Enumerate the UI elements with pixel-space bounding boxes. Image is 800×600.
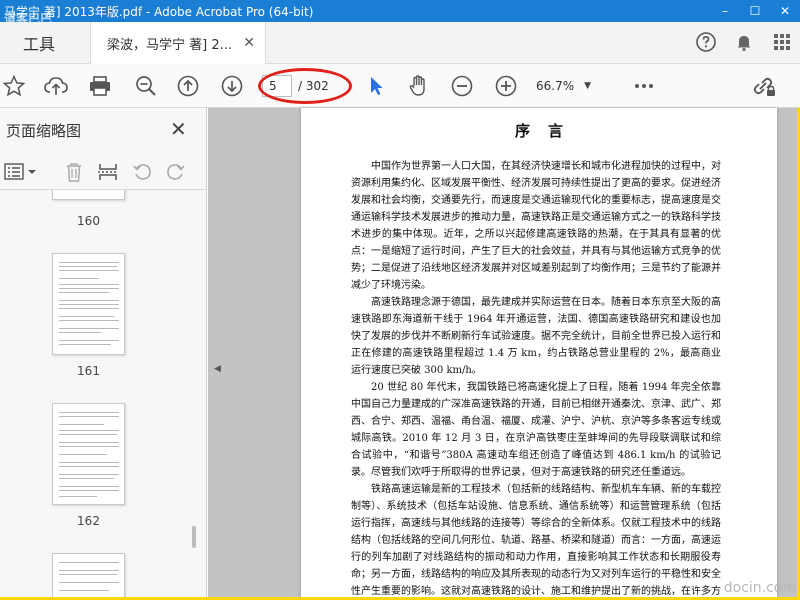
main-toolbar: / 302 66.7% ▼: [0, 64, 800, 108]
thumbnail-label-162: 162: [77, 514, 100, 528]
tab-close-button[interactable]: ✕: [243, 35, 255, 51]
thumbnail-options-icon[interactable]: [4, 160, 38, 184]
apps-grid-icon[interactable]: [770, 30, 794, 54]
panel-toolbar: [0, 152, 207, 190]
watermark-bottomright: docin.com: [723, 580, 796, 596]
tab-bar: 工具 梁波，马学宁 著] 2... ✕: [0, 22, 800, 65]
panel-close-button[interactable]: ✕: [170, 117, 187, 141]
tabbar-right-icons: [694, 30, 794, 54]
paragraph-3: 20 世纪 80 年代末，我国铁路已将高速化提上了日程，随着 1994 年完全依…: [351, 382, 721, 478]
rotate-right-icon[interactable]: [164, 160, 188, 184]
print-icon[interactable]: [86, 72, 114, 100]
cloud-upload-icon[interactable]: [42, 72, 70, 100]
thumbnail-page-162[interactable]: [52, 403, 125, 505]
help-icon[interactable]: [694, 30, 718, 54]
page-heading: 序言: [514, 122, 581, 140]
page-insert-icon[interactable]: [96, 160, 120, 184]
zoom-out-search-icon[interactable]: [132, 72, 160, 100]
zoom-select[interactable]: 66.7% ▼: [536, 76, 608, 96]
minimize-button[interactable]: –: [710, 0, 740, 22]
bell-icon[interactable]: [732, 30, 756, 54]
paragraph-1: 中国作为世界第一人口大国，在其经济快速增长和城市化进程加快的过程中，对资源利用集…: [351, 161, 721, 291]
zoom-in-icon[interactable]: [492, 72, 520, 100]
tab-tools[interactable]: 工具: [0, 22, 78, 64]
highlight-ellipse: [258, 68, 352, 104]
title-bar: 马学宁 著] 2013年版.pdf - Adobe Acrobat Pro (6…: [0, 0, 800, 26]
paragraph-4: 铁路高速运输是新的工程技术（包括新的线路结构、新型机车车辆、新的车载控制等）、系…: [351, 484, 721, 597]
zoom-value: 66.7%: [536, 79, 575, 93]
trash-icon[interactable]: [62, 160, 86, 184]
page-body: 中国作为世界第一人口大国，在其经济快速增长和城市化进程加快的过程中，对资源利用集…: [351, 158, 721, 600]
document-viewport[interactable]: ◀ 序言 中国作为世界第一人口大国，在其经济快速增长和城市化进程加快的过程中，对…: [208, 108, 800, 600]
thumbnail-label-160: 160: [77, 214, 100, 228]
tab-document[interactable]: 梁波，马学宁 著] 2... ✕: [90, 22, 266, 65]
previous-page-icon[interactable]: [174, 72, 202, 100]
thumbnails-panel: 页面缩略图 ✕ 160 161 162: [0, 108, 207, 600]
thumbnail-page-160[interactable]: [52, 190, 125, 200]
pdf-page: 序言 中国作为世界第一人口大国，在其经济快速增长和城市化进程加快的过程中，对资源…: [301, 108, 777, 600]
more-options-icon[interactable]: [630, 72, 658, 100]
hand-tool-icon[interactable]: [404, 72, 432, 100]
paragraph-2: 高速铁路理念源于德国，最先建成并实际运营在日本。随着日本东京至大阪的高速铁路即东…: [351, 297, 721, 376]
panel-scrollbar-thumb[interactable]: [192, 526, 196, 548]
chevron-down-icon: ▼: [584, 81, 592, 91]
thumbnail-page-163[interactable]: [52, 553, 125, 600]
close-window-button[interactable]: ✕: [770, 0, 800, 22]
thumbnail-list: 160 161 162: [0, 190, 207, 600]
thumbnail-page-161[interactable]: [52, 253, 125, 355]
tab-document-label: 梁波，马学宁 著] 2...: [107, 38, 233, 53]
rotate-left-icon[interactable]: [130, 160, 154, 184]
zoom-out-icon[interactable]: [448, 72, 476, 100]
star-icon[interactable]: [0, 72, 28, 100]
panel-title: 页面缩略图: [6, 122, 82, 140]
window-controls: – ☐ ✕: [710, 0, 800, 22]
maximize-button[interactable]: ☐: [740, 0, 770, 22]
thumbnail-label-161: 161: [77, 364, 100, 378]
select-cursor-icon[interactable]: [362, 72, 390, 100]
collapse-panel-arrow[interactable]: ◀: [214, 364, 221, 374]
next-page-icon[interactable]: [218, 72, 246, 100]
share-link-icon[interactable]: [750, 72, 778, 100]
